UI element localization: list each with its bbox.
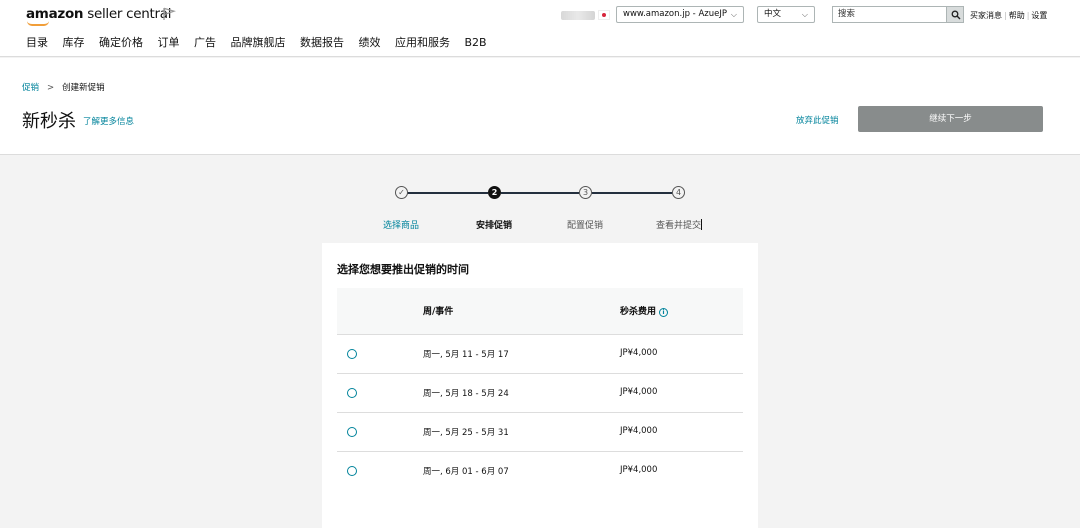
breadcrumb-separator: > bbox=[47, 83, 55, 93]
step-3-label: 配置促销 bbox=[566, 221, 604, 231]
text-cursor bbox=[701, 219, 703, 230]
nav-performance[interactable]: 绩效 bbox=[359, 36, 381, 49]
nav-advertising[interactable]: 广告 bbox=[194, 36, 216, 49]
step-4-indicator: 4 bbox=[672, 186, 685, 199]
learn-more-link[interactable]: 了解更多信息 bbox=[83, 115, 134, 127]
marketplace-value: www.amazon.jp - AzueJP bbox=[623, 9, 727, 19]
week-cell: 周一, 6月 01 - 6月 07 bbox=[423, 467, 509, 477]
help-link[interactable]: 帮助 bbox=[1009, 11, 1025, 20]
seller-central-logo[interactable]: amazon seller central bbox=[26, 6, 171, 22]
logo-amazon-text: amazon bbox=[26, 6, 84, 22]
table-row[interactable]: 周一, 5月 25 - 5月 31 JP¥4,000 bbox=[337, 413, 743, 452]
page-title: 新秒杀 bbox=[22, 111, 76, 132]
breadcrumb-current: 创建新促销 bbox=[62, 83, 105, 93]
progress-stepper: ✓ 2 3 4 bbox=[380, 183, 700, 203]
stepper-connector bbox=[592, 192, 672, 194]
nav-reports[interactable]: 数据报告 bbox=[300, 36, 344, 49]
fee-cell: JP¥4,000 bbox=[620, 348, 658, 358]
language-select[interactable]: 中文 ⌵ bbox=[757, 6, 815, 23]
continue-button[interactable]: 继续下一步 bbox=[858, 106, 1043, 132]
abandon-promotion-link[interactable]: 放弃此促销 bbox=[796, 114, 839, 126]
table-header: 周/事件 秒杀费用 i bbox=[337, 288, 743, 335]
step-1-label[interactable]: 选择商品 bbox=[383, 218, 419, 231]
stepper-connector bbox=[407, 192, 488, 194]
main-nav: 目录 库存 确定价格 订单 广告 品牌旗舰店 数据报告 绩效 应用和服务 B2B bbox=[26, 34, 498, 50]
japan-flag-icon bbox=[598, 10, 610, 20]
week-radio[interactable] bbox=[347, 388, 357, 398]
nav-orders[interactable]: 订单 bbox=[158, 36, 180, 49]
schedule-card: 选择您想要推出促销的时间 周/事件 秒杀费用 i 周一, 5月 11 - 5月 1… bbox=[322, 243, 758, 528]
stepper-connector bbox=[501, 192, 579, 194]
logo-seller-central-text: seller central bbox=[83, 6, 172, 22]
flag-icon[interactable] bbox=[162, 7, 176, 21]
week-radio[interactable] bbox=[347, 349, 357, 359]
search-icon bbox=[951, 10, 961, 20]
schedule-table: 周/事件 秒杀费用 i 周一, 5月 11 - 5月 17 JP¥4,000 周一… bbox=[337, 288, 743, 491]
nav-stores[interactable]: 品牌旗舰店 bbox=[231, 36, 286, 49]
nav-catalog[interactable]: 目录 bbox=[26, 36, 48, 49]
week-cell: 周一, 5月 25 - 5月 31 bbox=[423, 428, 509, 438]
nav-inventory[interactable]: 库存 bbox=[63, 36, 85, 49]
fee-cell: JP¥4,000 bbox=[620, 465, 658, 475]
week-cell: 周一, 5月 18 - 5月 24 bbox=[423, 389, 509, 399]
step-2-indicator: 2 bbox=[488, 186, 501, 199]
table-row[interactable]: 周一, 6月 01 - 6月 07 JP¥4,000 bbox=[337, 452, 743, 491]
breadcrumb: 促销 > 创建新促销 bbox=[22, 81, 105, 93]
logo-smile-icon bbox=[27, 21, 49, 26]
step-4-label-text: 查看并提交 bbox=[655, 221, 702, 231]
search-button[interactable] bbox=[946, 6, 964, 23]
info-icon[interactable]: i bbox=[659, 308, 669, 317]
column-fee-label: 秒杀费用 bbox=[620, 307, 657, 317]
week-cell: 周一, 5月 11 - 5月 17 bbox=[423, 350, 509, 360]
table-row[interactable]: 周一, 5月 18 - 5月 24 JP¥4,000 bbox=[337, 374, 743, 413]
language-value: 中文 bbox=[764, 9, 782, 19]
fee-cell: JP¥4,000 bbox=[620, 426, 658, 436]
schedule-title: 选择您想要推出促销的时间 bbox=[337, 263, 469, 276]
step-4-label: 查看并提交 bbox=[655, 218, 703, 231]
table-row[interactable]: 周一, 5月 11 - 5月 17 JP¥4,000 bbox=[337, 335, 743, 374]
nav-b2b[interactable]: B2B bbox=[465, 36, 487, 49]
top-header: amazon seller central www.amazon.jp - Az… bbox=[0, 0, 1080, 57]
divider: | bbox=[1026, 11, 1030, 20]
step-1-check-icon: ✓ bbox=[395, 186, 408, 199]
week-radio[interactable] bbox=[347, 466, 357, 476]
column-fee-header: 秒杀费用 i bbox=[620, 304, 669, 317]
settings-link[interactable]: 设置 bbox=[1031, 11, 1047, 20]
marketplace-select[interactable]: www.amazon.jp - AzueJP ⌵ bbox=[616, 6, 744, 23]
step-3-indicator: 3 bbox=[579, 186, 592, 199]
chevron-down-icon: ⌵ bbox=[801, 10, 808, 19]
nav-pricing[interactable]: 确定价格 bbox=[99, 36, 143, 49]
fee-cell: JP¥4,000 bbox=[620, 387, 658, 397]
chevron-down-icon: ⌵ bbox=[730, 10, 737, 19]
nav-apps-services[interactable]: 应用和服务 bbox=[395, 36, 450, 49]
search-placeholder: 搜索 bbox=[838, 9, 856, 19]
account-name-redacted bbox=[561, 11, 595, 20]
search-input[interactable]: 搜索 bbox=[832, 6, 946, 23]
buyer-messages-link[interactable]: 买家消息 bbox=[970, 11, 1002, 20]
page-header: 促销 > 创建新促销 新秒杀 了解更多信息 放弃此促销 继续下一步 bbox=[0, 58, 1080, 155]
column-week-header: 周/事件 bbox=[423, 307, 454, 317]
top-links: 买家消息 | 帮助 | 设置 bbox=[970, 10, 1047, 21]
week-radio[interactable] bbox=[347, 427, 357, 437]
step-2-label: 安排促销 bbox=[475, 221, 513, 231]
divider: | bbox=[1004, 11, 1007, 20]
breadcrumb-promotions-link[interactable]: 促销 bbox=[22, 83, 39, 93]
